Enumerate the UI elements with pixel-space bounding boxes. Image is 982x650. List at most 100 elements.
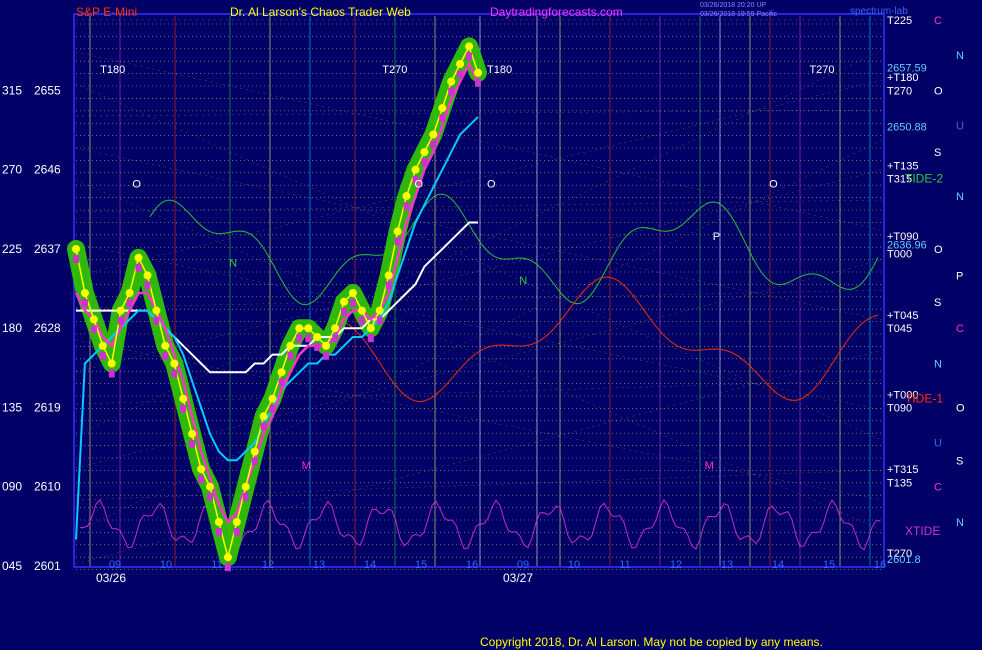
- chart-annotation: M: [705, 460, 714, 472]
- price-point: [474, 68, 482, 77]
- y-tick-angle: 225: [2, 242, 22, 256]
- chart-annotation: P: [713, 231, 720, 243]
- planet-glyph: P: [956, 270, 963, 282]
- price-point: [152, 306, 161, 315]
- price-point: [250, 447, 259, 456]
- y-tick-angle: 180: [2, 321, 22, 335]
- planet-glyph: C: [934, 15, 942, 27]
- volume-block: [171, 369, 178, 378]
- y-tick-price: 2601: [34, 559, 61, 573]
- x-tick-label: 13: [721, 559, 733, 571]
- planet-glyph: S: [934, 147, 941, 159]
- planet-glyph: C: [956, 323, 964, 335]
- level-label: T270: [887, 85, 912, 97]
- volume-block: [430, 140, 437, 149]
- volume-block: [207, 492, 213, 501]
- x-tick-label: 12: [262, 559, 274, 571]
- price-point: [313, 333, 322, 341]
- price-point: [206, 482, 214, 491]
- volume-block: [99, 351, 106, 360]
- tide-label: TIDE-2: [905, 172, 943, 186]
- price-point: [89, 315, 98, 324]
- chart-annotation: O: [487, 178, 496, 190]
- level-label: +T180: [887, 72, 919, 84]
- price-point: [197, 465, 206, 474]
- price-point: [143, 271, 152, 280]
- price-point: [161, 341, 170, 350]
- volume-block: [341, 307, 347, 316]
- volume-block: [421, 158, 428, 167]
- planet-glyph: N: [956, 50, 964, 62]
- price-point: [366, 324, 375, 333]
- volume-block: [224, 563, 231, 572]
- price-point: [241, 482, 250, 491]
- x-tick-label: 15: [415, 559, 427, 571]
- y-tick-price: 2646: [34, 163, 61, 177]
- planet-glyph: O: [956, 402, 965, 414]
- volume-block: [314, 343, 321, 351]
- chart-annotation: N: [229, 258, 237, 270]
- level-label: T135: [887, 477, 912, 489]
- price-point: [357, 306, 366, 315]
- level-label: T000: [887, 248, 912, 260]
- volume-block: [466, 52, 473, 61]
- site-url-link[interactable]: Daytradingforecasts.com: [490, 5, 623, 19]
- timestamp-bottom: 03/26/2018 19:59 Pacific: [700, 11, 778, 18]
- volume-block: [439, 114, 446, 123]
- volume-block: [403, 202, 410, 211]
- volume-block: [126, 299, 133, 307]
- volume-block: [287, 351, 294, 360]
- price-point: [402, 192, 411, 201]
- volume-block: [251, 457, 258, 466]
- y-tick-price: 2628: [34, 321, 61, 335]
- planet-glyph: N: [956, 517, 964, 529]
- volume-block: [394, 237, 401, 246]
- price-point: [214, 518, 223, 526]
- planet-glyph: C: [934, 482, 942, 494]
- y-tick-price: 2655: [34, 83, 61, 97]
- volume-block: [153, 316, 160, 325]
- y-tick-price: 2637: [34, 242, 61, 256]
- price-point: [268, 394, 277, 403]
- volume-block: [117, 316, 124, 325]
- y-tick-angle: 135: [2, 400, 22, 414]
- price-point: [125, 289, 134, 297]
- x-tick-label: 10: [568, 559, 580, 571]
- date-label: 03/26: [96, 571, 126, 585]
- brand-label: spectrum-lab: [850, 6, 908, 17]
- price-point: [170, 359, 179, 368]
- price-point: [322, 341, 331, 350]
- y-tick-price: 2610: [34, 480, 61, 494]
- volume-block: [215, 528, 222, 536]
- price-point: [348, 289, 357, 297]
- y-tick-angle: 315: [2, 83, 22, 97]
- price-point: [331, 324, 340, 333]
- planet-glyph: N: [956, 191, 964, 203]
- volume-block: [385, 281, 392, 290]
- volume-block: [323, 351, 330, 360]
- level-label: 2601.8: [887, 554, 921, 566]
- y-tick-angle: 270: [2, 163, 22, 177]
- volume-block: [233, 528, 240, 536]
- y-tick-angle: 090: [2, 480, 22, 494]
- volume-block: [332, 334, 339, 343]
- volume-block: [242, 492, 249, 501]
- volume-block: [367, 334, 374, 343]
- price-point: [286, 341, 295, 350]
- price-point: [98, 341, 107, 350]
- price-point: [134, 253, 143, 262]
- volume-block: [180, 404, 187, 413]
- level-label: +T135: [887, 160, 919, 172]
- volume-block: [198, 475, 205, 484]
- volume-block: [81, 299, 88, 307]
- x-tick-label: 09: [517, 559, 529, 571]
- price-point: [420, 148, 429, 157]
- chart-annotation: N: [519, 275, 527, 287]
- chart-background: [0, 0, 982, 650]
- chart-canvas: 315 2655 270 2646 225 2637 180 2628 135 2619 090 26…: [0, 0, 982, 650]
- volume-block: [376, 316, 383, 325]
- x-tick-label: 13: [313, 559, 325, 571]
- planet-glyph: O: [934, 85, 943, 97]
- volume-block: [144, 281, 151, 290]
- price-point: [116, 306, 125, 315]
